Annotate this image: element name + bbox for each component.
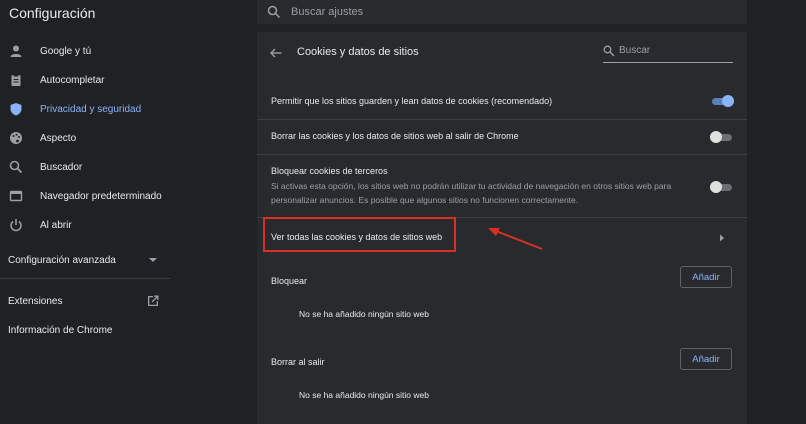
browser-icon bbox=[9, 190, 23, 202]
sidebar-advanced-toggle[interactable]: Configuración avanzada bbox=[8, 250, 160, 270]
settings-search-bar[interactable]: Buscar ajustes bbox=[257, 0, 747, 24]
cookies-search-input[interactable]: Buscar bbox=[619, 45, 650, 56]
chevron-right-icon bbox=[720, 234, 724, 242]
block-section: Bloquear Añadir No se ha añadido ningún … bbox=[257, 258, 747, 338]
sidebar-item-label: Navegador predeterminado bbox=[40, 190, 162, 202]
external-link-icon[interactable] bbox=[146, 294, 160, 308]
top-bar: Configuración Buscar ajustes bbox=[0, 0, 806, 32]
clear-on-exit-label: Borrar las cookies y los datos de sitios… bbox=[271, 131, 519, 141]
block-third-party-label: Bloquear cookies de terceros bbox=[271, 166, 388, 176]
clear-empty-message: No se ha añadido ningún sitio web bbox=[299, 390, 429, 400]
sidebar-item-privacy[interactable]: Privacidad y seguridad bbox=[0, 96, 170, 122]
sidebar-item-on-startup[interactable]: Al abrir bbox=[0, 212, 170, 238]
sidebar-item-label: Aspecto bbox=[40, 132, 77, 144]
allow-cookies-toggle[interactable] bbox=[712, 95, 734, 107]
page-title: Cookies y datos de sitios bbox=[297, 46, 419, 58]
sidebar-item-label: Al abrir bbox=[40, 219, 72, 231]
sidebar-item-label: Autocompletar bbox=[40, 74, 105, 86]
search-icon bbox=[603, 45, 615, 57]
block-add-button[interactable]: Añadir bbox=[680, 266, 732, 288]
sidebar-item-default-browser[interactable]: Navegador predeterminado bbox=[0, 183, 170, 209]
sidebar-item-about-chrome[interactable]: Información de Chrome bbox=[8, 325, 113, 336]
back-arrow-icon[interactable] bbox=[269, 46, 283, 60]
clear-on-exit-toggle[interactable] bbox=[710, 131, 732, 143]
clipboard-icon bbox=[11, 74, 21, 86]
sidebar-item-label: Privacidad y seguridad bbox=[40, 103, 142, 115]
clear-section-label: Borrar al salir bbox=[271, 357, 325, 367]
sidebar-item-autofill[interactable]: Autocompletar bbox=[0, 67, 170, 93]
advanced-label: Configuración avanzada bbox=[8, 254, 116, 266]
block-third-party-row[interactable]: Bloquear cookies de terceros Si activas … bbox=[257, 154, 747, 217]
sidebar-item-extensions[interactable]: Extensiones bbox=[8, 296, 62, 307]
app-title: Configuración bbox=[9, 5, 96, 21]
sidebar-divider bbox=[0, 278, 170, 279]
search-icon bbox=[9, 160, 23, 174]
allow-cookies-row[interactable]: Permitir que los sitios guarden y lean d… bbox=[257, 84, 747, 118]
search-icon bbox=[267, 5, 281, 19]
block-third-party-toggle[interactable] bbox=[710, 181, 732, 193]
block-section-label: Bloquear bbox=[271, 276, 308, 286]
sidebar-item-label: Google y tú bbox=[40, 45, 92, 57]
panel-header: Cookies y datos de sitios Buscar bbox=[257, 32, 747, 74]
block-empty-message: No se ha añadido ningún sitio web bbox=[299, 309, 429, 319]
sidebar-item-search-engine[interactable]: Buscador bbox=[0, 154, 170, 180]
palette-icon bbox=[10, 132, 22, 144]
highlight-box bbox=[263, 217, 456, 252]
shield-icon bbox=[10, 103, 22, 116]
sidebar-item-google[interactable]: Google y tú bbox=[0, 38, 170, 64]
sidebar-item-label: Buscador bbox=[40, 161, 83, 173]
sidebar-item-appearance[interactable]: Aspecto bbox=[0, 125, 170, 151]
clear-on-exit-row[interactable]: Borrar las cookies y los datos de sitios… bbox=[257, 119, 747, 154]
clear-on-exit-section: Borrar al salir Añadir No se ha añadido … bbox=[257, 339, 747, 424]
person-icon bbox=[10, 45, 22, 57]
power-icon bbox=[10, 219, 22, 232]
cookies-search-field[interactable]: Buscar bbox=[603, 42, 733, 63]
block-third-party-description: Si activas esta opción, los sitios web n… bbox=[271, 181, 672, 205]
allow-cookies-label: Permitir que los sitios guarden y lean d… bbox=[271, 96, 553, 106]
clear-add-button[interactable]: Añadir bbox=[680, 348, 732, 370]
search-input[interactable]: Buscar ajustes bbox=[291, 6, 363, 18]
chevron-down-icon bbox=[149, 258, 157, 262]
